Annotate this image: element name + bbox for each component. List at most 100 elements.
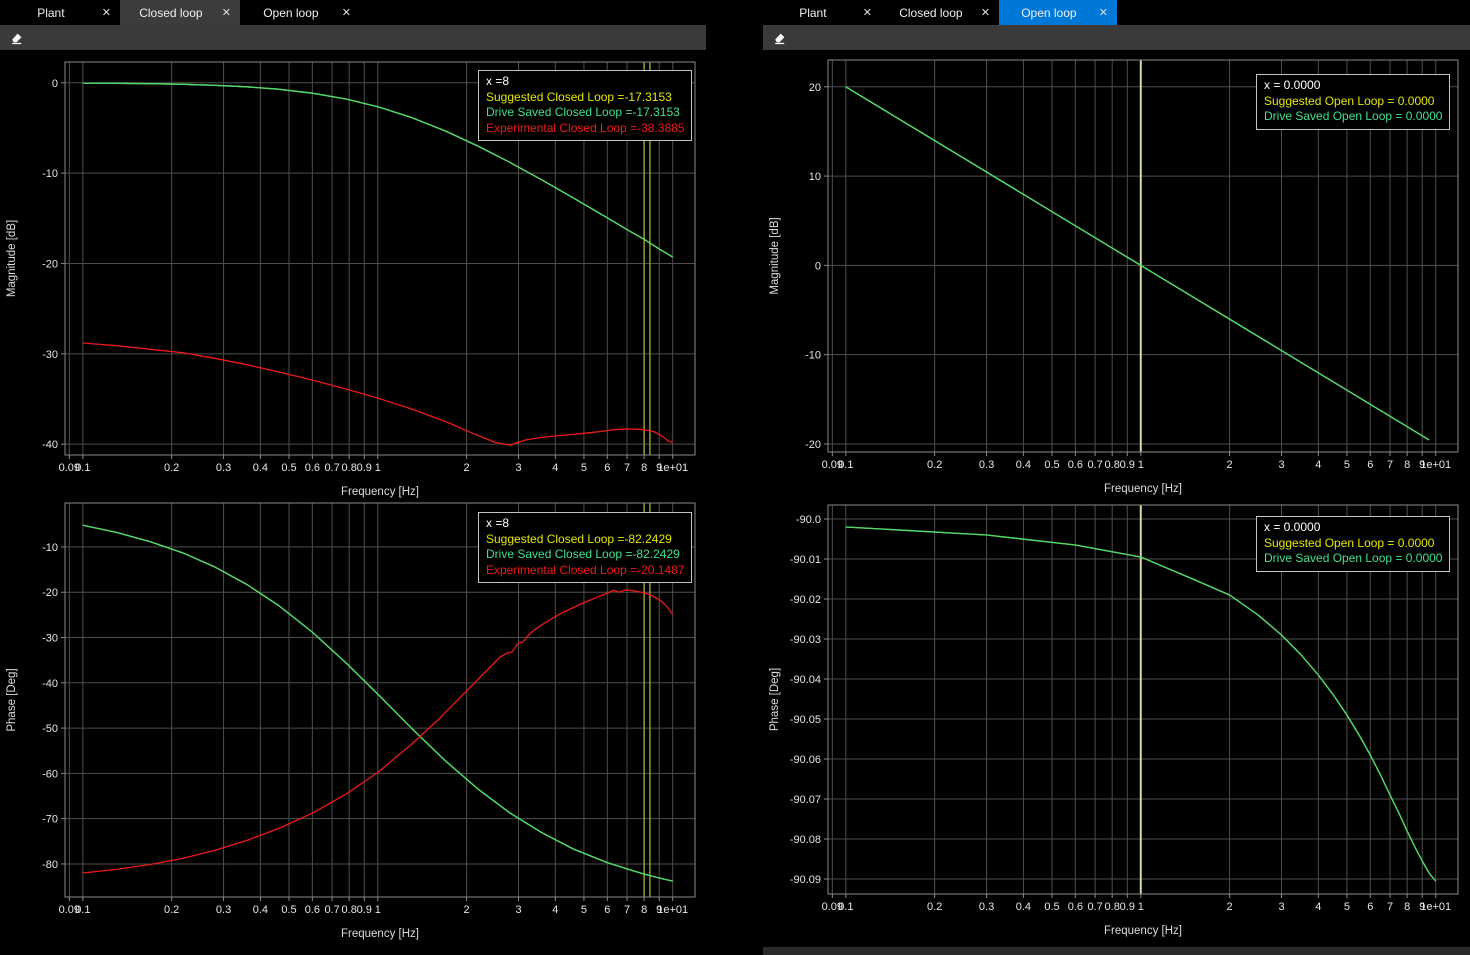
svg-text:2: 2	[1227, 901, 1233, 913]
svg-text:0.6: 0.6	[305, 462, 320, 474]
svg-text:8: 8	[641, 462, 647, 474]
svg-text:0.1: 0.1	[838, 901, 853, 913]
svg-text:-20: -20	[805, 439, 821, 451]
svg-text:0.9: 0.9	[1120, 459, 1135, 471]
x-axis-label: Frequency [Hz]	[1104, 483, 1182, 495]
svg-text:0.7: 0.7	[324, 462, 339, 474]
svg-text:0.2: 0.2	[164, 904, 179, 916]
drive-saved-readout: Drive Saved Open Loop = 0.0000	[1264, 551, 1442, 567]
experimental-readout: Experimental Closed Loop =-38.3885	[486, 121, 684, 137]
status-bar	[763, 947, 1470, 955]
svg-text:-90.01: -90.01	[790, 554, 821, 566]
svg-text:0.4: 0.4	[1016, 459, 1031, 471]
svg-text:8: 8	[1404, 459, 1410, 471]
svg-text:-90.09: -90.09	[790, 874, 821, 886]
closed-loop-panel: Plant ✕ Closed loop ✕ Open loop ✕ 0.090.…	[0, 0, 706, 955]
tab-closed-loop[interactable]: Closed loop ✕	[881, 0, 999, 25]
close-icon[interactable]: ✕	[1099, 6, 1117, 19]
phase-cursor-tooltip: x =8 Suggested Closed Loop =-82.2429 Dri…	[478, 512, 692, 583]
svg-text:-30: -30	[42, 349, 58, 361]
tab-label: Open loop	[999, 6, 1099, 20]
close-icon[interactable]: ✕	[342, 6, 360, 19]
y-axis-label: Phase [Deg]	[769, 668, 781, 731]
tab-open-loop[interactable]: Open loop ✕	[240, 0, 360, 25]
svg-text:20: 20	[809, 82, 821, 94]
svg-text:-40: -40	[42, 439, 58, 451]
close-icon[interactable]: ✕	[222, 6, 240, 19]
svg-text:0.2: 0.2	[927, 901, 942, 913]
experimental-readout: Experimental Closed Loop =-20.1487	[486, 563, 684, 579]
y-axis-label: Magnitude [dB]	[769, 217, 781, 294]
svg-text:0.1: 0.1	[75, 462, 90, 474]
svg-text:0.5: 0.5	[1044, 901, 1059, 913]
svg-text:-70: -70	[42, 814, 58, 826]
svg-text:4: 4	[552, 904, 558, 916]
svg-text:0.3: 0.3	[216, 904, 231, 916]
svg-text:0.6: 0.6	[1068, 901, 1083, 913]
y-axis-label: Phase [Deg]	[6, 668, 18, 731]
svg-text:1: 1	[1138, 459, 1144, 471]
drive-saved-readout: Drive Saved Closed Loop =-82.2429	[486, 547, 684, 563]
svg-text:1e+01: 1e+01	[1420, 901, 1451, 913]
svg-text:1: 1	[375, 904, 381, 916]
x-axis-label: Frequency [Hz]	[1104, 925, 1182, 937]
svg-text:-60: -60	[42, 768, 58, 780]
open-loop-charts: 0.090.10.20.30.40.50.60.70.80.9123456789…	[763, 50, 1470, 955]
svg-text:6: 6	[604, 462, 610, 474]
svg-text:0.5: 0.5	[1044, 459, 1059, 471]
tab-label: Plant	[0, 6, 102, 20]
svg-text:0.4: 0.4	[253, 904, 268, 916]
svg-text:6: 6	[1367, 459, 1373, 471]
svg-text:-90.02: -90.02	[790, 594, 821, 606]
close-icon[interactable]: ✕	[102, 6, 120, 19]
tab-plant[interactable]: Plant ✕	[0, 0, 120, 25]
svg-text:7: 7	[624, 462, 630, 474]
cursor-x-readout: x =8	[486, 516, 684, 532]
svg-text:-10: -10	[42, 168, 58, 180]
svg-text:0.7: 0.7	[324, 904, 339, 916]
svg-text:-90.03: -90.03	[790, 634, 821, 646]
svg-text:0.1: 0.1	[75, 904, 90, 916]
svg-text:7: 7	[1387, 459, 1393, 471]
close-icon[interactable]: ✕	[863, 6, 881, 19]
eraser-icon[interactable]	[772, 30, 787, 45]
svg-text:5: 5	[1344, 459, 1350, 471]
svg-text:0: 0	[52, 78, 58, 90]
tab-label: Closed loop	[881, 6, 981, 20]
left-toolbar	[0, 25, 706, 50]
tab-plant[interactable]: Plant ✕	[763, 0, 881, 25]
svg-text:0.5: 0.5	[281, 462, 296, 474]
svg-text:0: 0	[815, 260, 821, 272]
svg-text:0.7: 0.7	[1087, 459, 1102, 471]
svg-text:4: 4	[1315, 901, 1321, 913]
svg-text:-80: -80	[42, 859, 58, 871]
suggested-readout: Suggested Closed Loop =-17.3153	[486, 90, 684, 106]
svg-text:-50: -50	[42, 723, 58, 735]
left-tab-bar: Plant ✕ Closed loop ✕ Open loop ✕	[0, 0, 706, 25]
svg-text:5: 5	[581, 904, 587, 916]
svg-text:-10: -10	[42, 542, 58, 554]
svg-text:8: 8	[641, 904, 647, 916]
tab-closed-loop[interactable]: Closed loop ✕	[120, 0, 240, 25]
svg-text:1: 1	[1138, 901, 1144, 913]
svg-text:-90.08: -90.08	[790, 834, 821, 846]
y-axis-label: Magnitude [dB]	[6, 220, 18, 297]
phase-cursor-tooltip: x = 0.0000 Suggested Open Loop = 0.0000 …	[1256, 516, 1450, 572]
tab-label: Plant	[763, 6, 863, 20]
svg-text:0.6: 0.6	[1068, 459, 1083, 471]
svg-text:1e+01: 1e+01	[1420, 459, 1451, 471]
svg-text:10: 10	[809, 171, 821, 183]
svg-text:-20: -20	[42, 258, 58, 270]
eraser-icon[interactable]	[9, 30, 24, 45]
tab-open-loop[interactable]: Open loop ✕	[999, 0, 1117, 25]
svg-text:2: 2	[464, 904, 470, 916]
suggested-readout: Suggested Open Loop = 0.0000	[1264, 536, 1442, 552]
svg-text:-90.07: -90.07	[790, 794, 821, 806]
svg-text:0.2: 0.2	[164, 462, 179, 474]
open-loop-panel: Plant ✕ Closed loop ✕ Open loop ✕ 0.090.…	[763, 0, 1470, 955]
svg-text:6: 6	[1367, 901, 1373, 913]
x-axis-label: Frequency [Hz]	[341, 486, 419, 498]
drive-saved-readout: Drive Saved Closed Loop =-17.3153	[486, 105, 684, 121]
svg-text:0.2: 0.2	[927, 459, 942, 471]
close-icon[interactable]: ✕	[981, 6, 999, 19]
